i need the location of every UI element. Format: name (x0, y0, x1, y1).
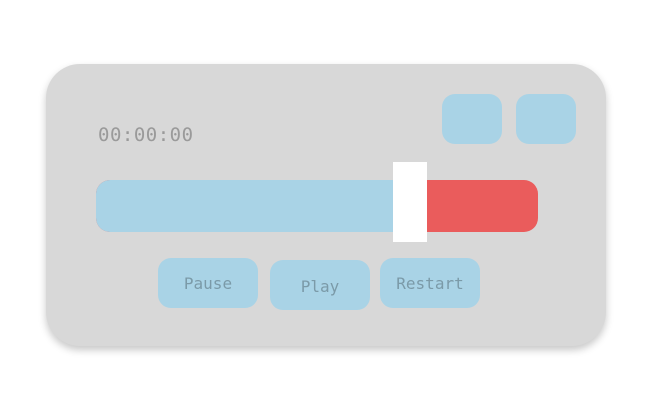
pause-button[interactable]: Pause (158, 258, 258, 308)
progress-handle[interactable] (393, 162, 427, 242)
top-right-button-1[interactable] (442, 94, 502, 144)
restart-button[interactable]: Restart (380, 258, 480, 308)
player-panel: 00:00:00 Pause Play Restart (46, 64, 606, 346)
progress-fill (96, 180, 397, 232)
timer-display: 00:00:00 (98, 124, 194, 146)
play-button[interactable]: Play (270, 260, 370, 310)
app-stage: 00:00:00 Pause Play Restart (0, 0, 650, 412)
progress-track[interactable] (96, 162, 538, 242)
top-right-button-2[interactable] (516, 94, 576, 144)
